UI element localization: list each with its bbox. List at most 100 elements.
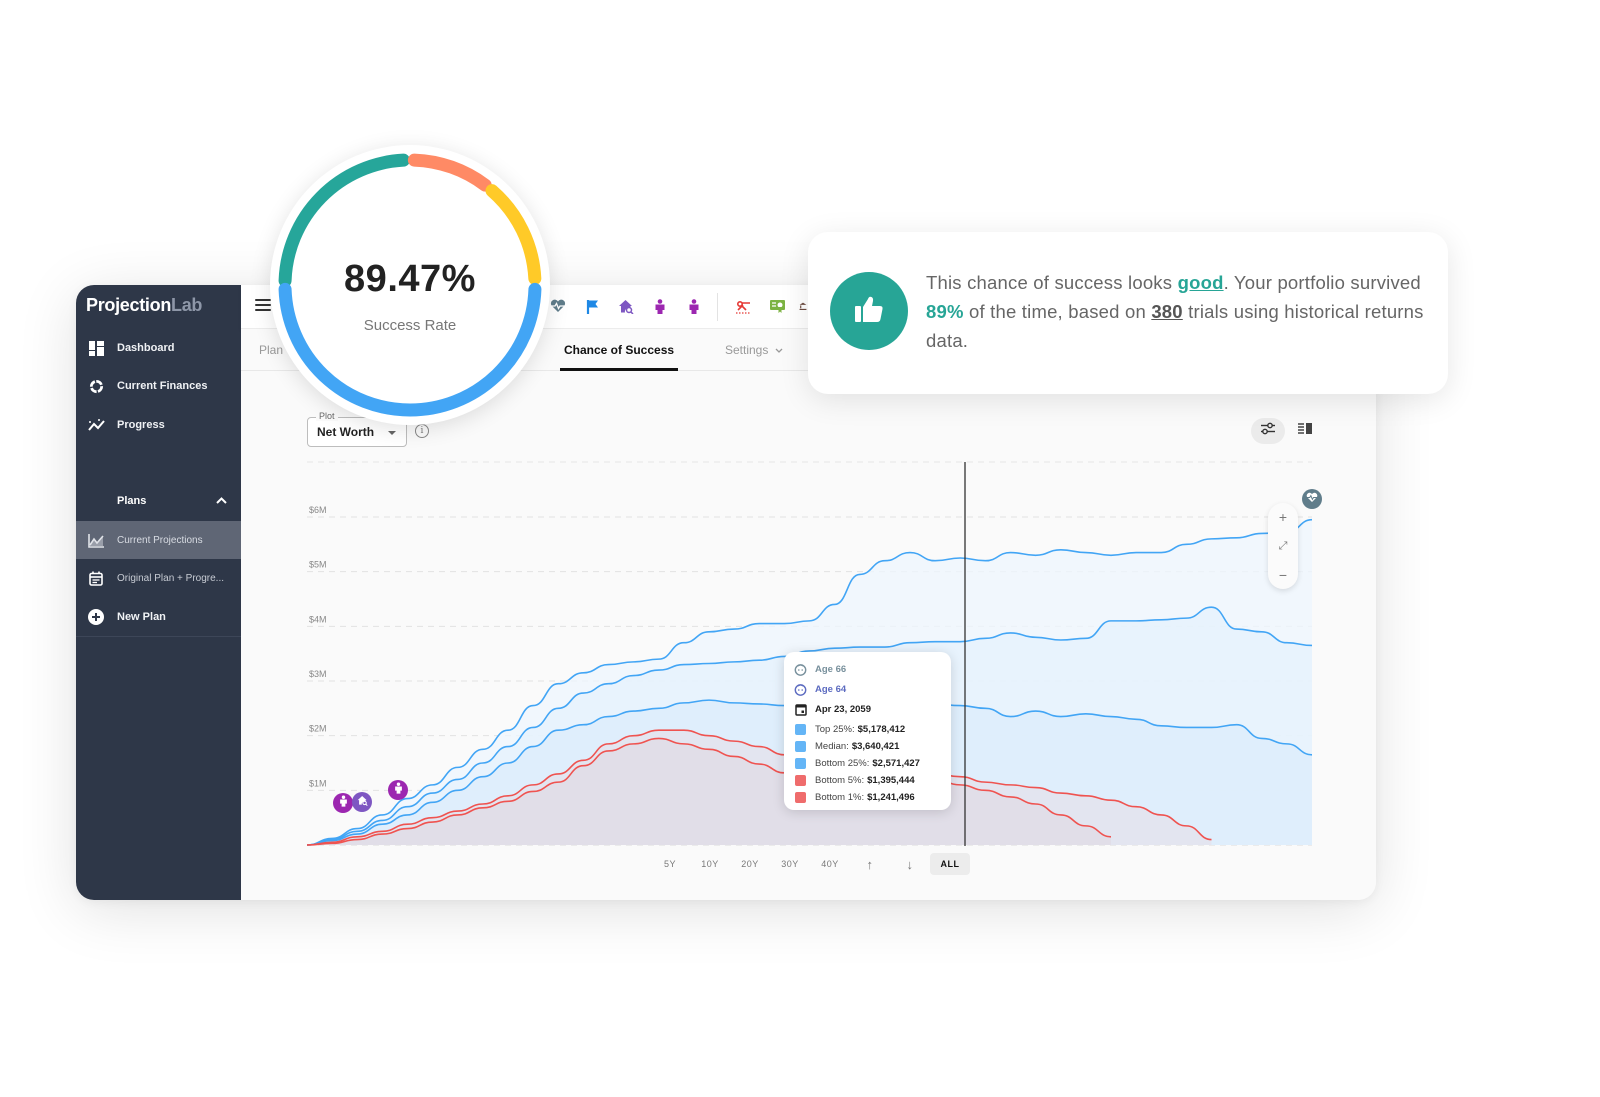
sidebar-item-progress[interactable]: Progress	[76, 406, 241, 444]
tooltip-series-row: Bottom 1%: $1,241,496	[794, 790, 915, 804]
calendar-icon	[87, 569, 105, 587]
series-swatch	[795, 740, 806, 752]
face-icon	[794, 663, 807, 676]
tab-label: Chance of Success	[564, 343, 675, 357]
person-icon[interactable]	[651, 297, 669, 315]
series-swatch	[795, 723, 806, 735]
milestone-house-marker[interactable]	[352, 792, 372, 812]
thumbs-up-badge	[830, 272, 908, 350]
sidebar-item-label: Progress	[117, 419, 165, 431]
series-swatch	[795, 791, 806, 803]
scissors-icon[interactable]	[734, 297, 752, 315]
heart-pulse-icon[interactable]	[549, 297, 567, 315]
sidebar-item-label: Current Projections	[117, 534, 203, 546]
sliders-icon	[1260, 422, 1276, 440]
zoom-fit-button[interactable]: ⤢	[1268, 536, 1298, 556]
range-button-30y[interactable]: 30Y	[770, 853, 810, 875]
message-text: of the time, based on	[963, 301, 1152, 322]
success-message-text: This chance of success looks good. Your …	[926, 268, 1426, 355]
sidebar-item-current-finances[interactable]: Current Finances	[76, 367, 241, 405]
info-icon[interactable]: i	[415, 424, 429, 438]
face-icon	[794, 683, 807, 696]
menu-icon[interactable]	[255, 299, 271, 311]
tooltip-series-value: $3,640,421	[851, 740, 900, 752]
tooltip-date-text: Apr 23, 2059	[815, 703, 871, 715]
sidebar-item-new-plan[interactable]: New Plan	[76, 598, 241, 636]
plot-select-value: Net Worth	[317, 425, 375, 439]
message-text: This chance of success looks	[926, 272, 1178, 293]
tooltip-series-label: Median:	[815, 740, 849, 752]
tooltip-series-value: $5,178,412	[857, 723, 906, 735]
house-search-icon[interactable]	[617, 297, 635, 315]
heart-pulse-icon	[1306, 490, 1318, 508]
sidebar-item-dashboard[interactable]: Dashboard	[76, 329, 241, 367]
gauge-segment-orange	[407, 153, 492, 192]
tooltip-series-row: Bottom 5%: $1,395,444	[794, 773, 915, 787]
health-check-marker[interactable]	[1302, 489, 1322, 509]
trials-link[interactable]: 380	[1151, 301, 1182, 322]
certificate-icon[interactable]	[768, 297, 786, 315]
sidebar-item-label: New Plan	[117, 611, 166, 623]
flag-icon[interactable]	[584, 297, 602, 315]
sidebar-item-label: Dashboard	[117, 342, 175, 354]
progress-icon	[87, 416, 105, 434]
message-text: . Your portfolio survived	[1223, 272, 1421, 293]
range-button-down[interactable]: ↓	[890, 853, 930, 875]
plans-header: Plans	[117, 495, 147, 507]
bank-icon[interactable]	[799, 297, 807, 315]
tooltip-age-secondary: Age 64	[794, 682, 846, 696]
table-view-button[interactable]	[1297, 423, 1313, 439]
house-search-icon	[357, 793, 368, 811]
chart-settings-button[interactable]	[1251, 418, 1285, 444]
person-icon	[339, 794, 348, 812]
brand-name: Projection	[86, 295, 172, 315]
range-button-20y[interactable]: 20Y	[730, 853, 770, 875]
tooltip-series-row: Bottom 25%: $2,571,427	[794, 756, 920, 770]
range-button-5y[interactable]: 5Y	[650, 853, 690, 875]
range-button-all[interactable]: ALL	[930, 853, 970, 875]
brand-accent: Lab	[171, 295, 203, 315]
tooltip-age-primary: Age 66	[794, 662, 846, 676]
caret-down-icon	[388, 431, 396, 435]
tooltip-series-value: $1,395,444	[867, 774, 915, 786]
zoom-in-button[interactable]: +	[1268, 507, 1298, 527]
success-rate-value: 89.47%	[344, 258, 476, 300]
series-swatch	[795, 774, 806, 786]
tab-chance-of-success[interactable]: Chance of Success	[559, 329, 679, 371]
tooltip-series-label: Bottom 25%:	[815, 757, 870, 769]
tooltip-series-value: $2,571,427	[872, 757, 920, 769]
dashboard-icon	[87, 339, 105, 357]
chart-area-icon	[87, 531, 105, 549]
tooltip-age-text: Age 66	[815, 663, 847, 675]
series-swatch	[795, 757, 806, 769]
rating-link[interactable]: good	[1178, 272, 1224, 293]
zoom-out-button[interactable]: −	[1268, 565, 1298, 585]
sidebar-item-current-projections[interactable]: Current Projections	[76, 521, 241, 559]
range-button-40y[interactable]: 40Y	[810, 853, 850, 875]
sidebar: ProjectionLab Dashboard Current Finances…	[76, 285, 241, 900]
tooltip-date: Apr 23, 2059	[794, 702, 871, 716]
range-button-up[interactable]: ↑	[850, 853, 890, 875]
chart-tooltip: Age 66 Age 64 Apr 23, 2059 Top 25%: $5,17…	[784, 652, 951, 810]
chart-zoom-controls: + ⤢ −	[1268, 503, 1298, 589]
range-button-10y[interactable]: 10Y	[690, 853, 730, 875]
success-rate-label: Success Rate	[363, 317, 457, 334]
tab-settings[interactable]: Settings	[725, 329, 783, 371]
plans-section-toggle[interactable]: Plans	[117, 495, 227, 507]
sidebar-item-label: Current Finances	[117, 380, 208, 392]
gauge-segment-blue	[278, 282, 542, 417]
success-rate-gauge: 89.47% Success Rate	[270, 145, 550, 425]
brand-logo[interactable]: ProjectionLab	[86, 295, 202, 316]
donut-icon	[87, 377, 105, 395]
time-range-selector: 5Y 10Y 20Y 30Y 40Y ↑ ↓ ALL	[650, 853, 970, 875]
tooltip-series-label: Bottom 5%:	[815, 774, 865, 786]
milestone-person-marker[interactable]	[388, 780, 408, 800]
tooltip-series-row: Top 25%: $5,178,412	[794, 722, 905, 736]
person-icon[interactable]	[685, 297, 703, 315]
calendar-icon	[794, 703, 807, 716]
tab-label: Settings	[725, 343, 769, 357]
milestone-person-marker[interactable]	[333, 793, 353, 813]
sidebar-item-original-plan[interactable]: Original Plan + Progre...	[76, 559, 241, 597]
table-view-icon	[1297, 422, 1313, 440]
tooltip-age-text: Age 64	[815, 683, 847, 695]
